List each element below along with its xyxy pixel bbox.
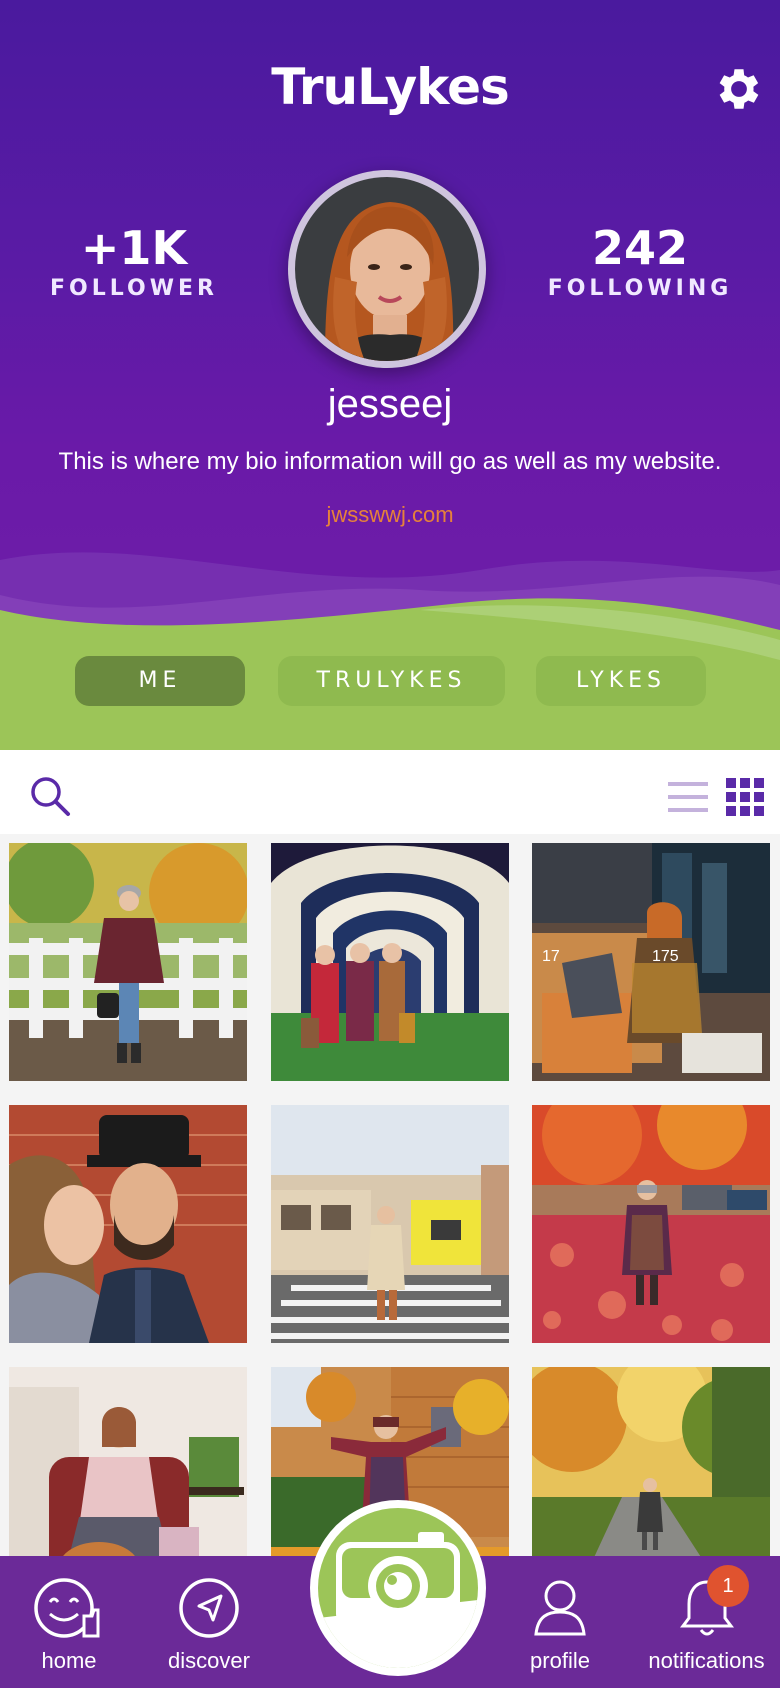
nav-notifications[interactable]: notifications xyxy=(633,1576,780,1674)
nav-home[interactable]: home xyxy=(0,1576,139,1674)
camera-icon xyxy=(318,1508,478,1668)
photo-cafe-likes: 175 xyxy=(652,948,679,965)
notification-count-badge: 1 xyxy=(707,1565,749,1607)
grid-view-icon[interactable] xyxy=(726,778,764,816)
photo-couple[interactable] xyxy=(9,1105,247,1343)
profile-header: TruLykes +1K FOLLOWER 242 FOLLOWING jess… xyxy=(0,0,780,750)
photo-cafe-comments: 17 xyxy=(542,948,560,965)
tab-me[interactable]: ME xyxy=(75,656,245,706)
followers-stat[interactable]: +1K FOLLOWER xyxy=(19,222,249,301)
photo-bridge[interactable] xyxy=(9,843,247,1081)
photo-cafe[interactable]: 17 175 xyxy=(532,843,770,1081)
home-smiley-icon xyxy=(34,1578,100,1638)
username: jesseej xyxy=(327,382,453,426)
profile-person-icon xyxy=(534,1580,586,1636)
nav-discover-label: discover xyxy=(168,1648,250,1673)
nav-discover[interactable]: discover xyxy=(139,1576,279,1674)
tab-lykes[interactable]: LYKES xyxy=(536,656,706,706)
photo-autumn-leaves[interactable] xyxy=(532,1105,770,1343)
search-icon[interactable] xyxy=(28,774,72,818)
website-link[interactable]: jwsswwj.com xyxy=(0,502,780,528)
followers-label: FOLLOWER xyxy=(50,276,218,301)
discover-compass-icon xyxy=(179,1578,239,1638)
following-label: FOLLOWING xyxy=(547,276,733,301)
nav-profile-label: profile xyxy=(530,1648,590,1673)
profile-screen: TruLykes +1K FOLLOWER 242 FOLLOWING jess… xyxy=(0,0,780,1688)
nav-home-label: home xyxy=(41,1648,97,1673)
followers-count: +1K xyxy=(80,221,188,275)
camera-button[interactable] xyxy=(310,1500,486,1676)
nav-profile[interactable]: profile xyxy=(490,1576,630,1674)
photo-light-tunnel[interactable] xyxy=(271,843,509,1081)
tab-trulykes[interactable]: TRULYKES xyxy=(278,656,505,706)
nav-notifications-label: notifications xyxy=(648,1648,765,1673)
avatar-photo xyxy=(295,177,479,361)
avatar[interactable] xyxy=(288,170,486,368)
app-title: TruLykes xyxy=(271,58,510,116)
settings-gear-icon[interactable] xyxy=(712,62,766,116)
bio-text: This is where my bio information will go… xyxy=(58,448,722,475)
photo-crosswalk[interactable] xyxy=(271,1105,509,1343)
header-wave xyxy=(0,552,780,750)
following-count: 242 xyxy=(591,221,689,275)
following-stat[interactable]: 242 FOLLOWING xyxy=(525,222,755,301)
list-view-icon[interactable] xyxy=(668,780,708,814)
feed-toolbar xyxy=(0,750,780,834)
